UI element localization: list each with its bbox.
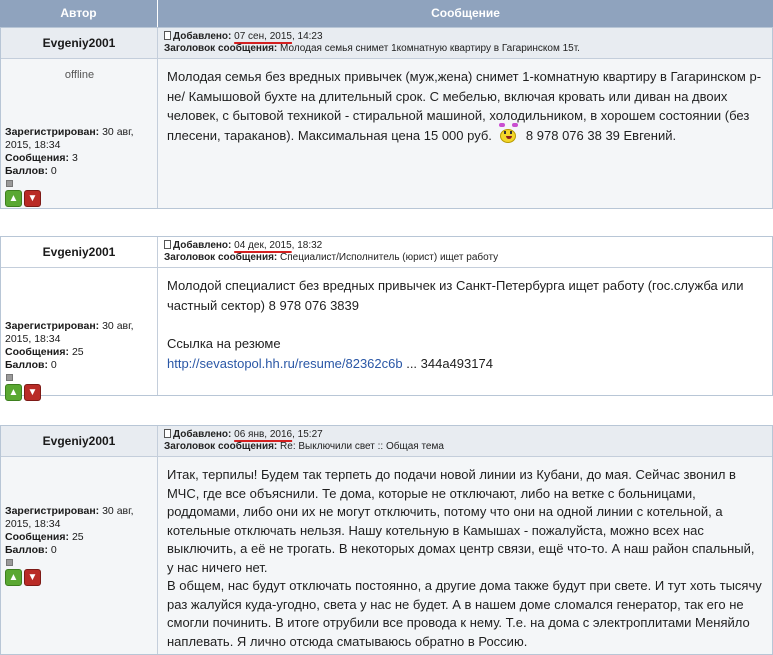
registered-date: 30 авг, xyxy=(102,126,134,138)
points-count: 0 xyxy=(50,544,57,556)
post-body: Молодой специалист без вредных привычек … xyxy=(158,268,772,395)
post-date: 04 дек, 2015 xyxy=(234,240,292,251)
post-2: Evgeniy2001 Добавлено: 04 дек, 2015, 18:… xyxy=(0,236,773,401)
post-text-paragraph-2: В общем, нас будут отключать постоянно, … xyxy=(167,578,762,649)
post-1: Evgeniy2001 Добавлено: 07 сен, 2015, 14:… xyxy=(0,27,773,209)
table-header: Автор Сообщение xyxy=(0,0,773,27)
points-label: Баллов: xyxy=(5,359,48,371)
post-date: 07 сен, 2015 xyxy=(234,31,292,42)
registered-date-2: 2015, 18:34 xyxy=(5,139,61,151)
messages-count: 25 xyxy=(71,346,84,358)
post-date: 06 янв, 2016 xyxy=(234,429,293,440)
post-time: , 14:23 xyxy=(291,31,323,42)
document-icon xyxy=(164,31,171,40)
document-icon xyxy=(164,240,171,249)
messages-count: 3 xyxy=(71,152,78,164)
points-label: Баллов: xyxy=(5,544,48,556)
rank-square-icon xyxy=(6,374,13,381)
post-author[interactable]: Evgeniy2001 xyxy=(1,28,158,58)
author-info: offline Зарегистрирован: 30 авг, 2015, 1… xyxy=(1,59,158,208)
registered-label: Зарегистрирован: xyxy=(5,505,100,517)
registered-date: 30 авг, xyxy=(102,505,134,517)
points-count: 0 xyxy=(50,165,57,177)
thumb-down-icon[interactable]: ▼ xyxy=(24,384,41,401)
message-column-header: Сообщение xyxy=(431,6,500,20)
post-body: Итак, терпилы! Будем так терпеть до пода… xyxy=(158,457,772,654)
subject-label: Заголовок сообщения: xyxy=(164,441,278,452)
points-count: 0 xyxy=(50,359,57,371)
post-text-paragraph-1: Итак, терпилы! Будем так терпеть до пода… xyxy=(167,467,755,575)
post-text: Молодой специалист без вредных привычек … xyxy=(167,278,744,313)
post-author[interactable]: Evgeniy2001 xyxy=(1,426,158,456)
post-subject: Re: Выключили свет :: Общая тема xyxy=(280,441,444,452)
post-time: , 15:27 xyxy=(292,429,323,440)
rank-square-icon xyxy=(6,180,13,187)
rank-square-icon xyxy=(6,559,13,566)
registered-date: 30 авг, xyxy=(102,320,134,332)
thumb-up-icon[interactable]: ▲ xyxy=(5,384,22,401)
post-3: Evgeniy2001 Добавлено: 06 янв, 2016, 15:… xyxy=(0,425,773,655)
registered-date-2: 2015, 18:34 xyxy=(5,518,61,530)
subject-label: Заголовок сообщения: xyxy=(164,43,278,54)
smiley-icon xyxy=(498,122,520,144)
resume-link[interactable]: http://sevastopol.hh.ru/resume/82362c6b xyxy=(167,356,403,371)
post-header: Добавлено: 07 сен, 2015, 14:23 Заголовок… xyxy=(158,28,772,58)
resume-label: Ссылка на резюме xyxy=(167,336,281,351)
messages-label: Сообщения: xyxy=(5,531,70,543)
points-label: Баллов: xyxy=(5,165,48,177)
post-author[interactable]: Evgeniy2001 xyxy=(1,237,158,267)
post-subject: Специалист/Исполнитель (юрист) ищет рабо… xyxy=(280,252,499,263)
post-time: , 18:32 xyxy=(291,240,323,251)
messages-label: Сообщения: xyxy=(5,152,70,164)
messages-label: Сообщения: xyxy=(5,346,70,358)
added-label: Добавлено: xyxy=(173,240,232,251)
author-column-header: Автор xyxy=(60,6,97,20)
post-text-contact: 8 978 076 38 39 Евгений. xyxy=(525,127,677,143)
post-body: Молодая семья без вредных привычек (муж,… xyxy=(158,59,772,208)
added-label: Добавлено: xyxy=(173,429,232,440)
post-subject: Молодая семья снимет 1комнатную квартиру… xyxy=(280,43,580,54)
thumb-up-icon[interactable]: ▲ xyxy=(5,569,22,586)
registered-date-2: 2015, 18:34 xyxy=(5,333,61,345)
registered-label: Зарегистрирован: xyxy=(5,320,100,332)
subject-label: Заголовок сообщения: xyxy=(164,252,278,263)
forum-page: Автор Сообщение Evgeniy2001 Добавлено: 0… xyxy=(0,0,773,655)
author-info: Зарегистрирован: 30 авг, 2015, 18:34 Соо… xyxy=(1,268,158,401)
thumb-up-icon[interactable]: ▲ xyxy=(5,190,22,207)
thumb-down-icon[interactable]: ▼ xyxy=(24,190,41,207)
registered-label: Зарегистрирован: xyxy=(5,126,100,138)
post-header: Добавлено: 06 янв, 2016, 15:27 Заголовок… xyxy=(158,426,772,456)
messages-count: 25 xyxy=(71,531,84,543)
status-offline: offline xyxy=(64,69,95,81)
thumb-down-icon[interactable]: ▼ xyxy=(24,569,41,586)
author-info: Зарегистрирован: 30 авг, 2015, 18:34 Соо… xyxy=(1,457,158,654)
post-header: Добавлено: 04 дек, 2015, 18:32 Заголовок… xyxy=(158,237,772,267)
resume-link-rest: ... 344a493174 xyxy=(402,355,493,371)
document-icon xyxy=(164,429,171,438)
added-label: Добавлено: xyxy=(173,31,232,42)
